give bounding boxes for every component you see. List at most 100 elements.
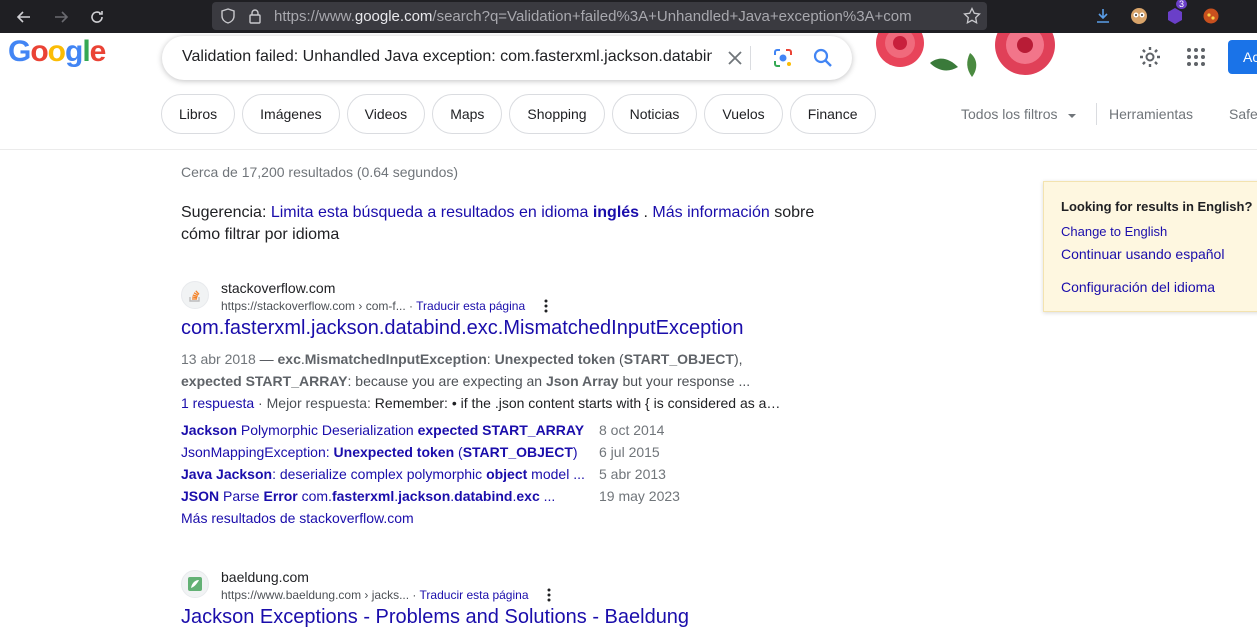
related-question-fragment: Error xyxy=(263,488,298,504)
snip-bold-2: MismatchedInputException xyxy=(304,351,487,367)
all-filters-button[interactable]: Todos los filtros xyxy=(961,106,1077,122)
lock-icon[interactable] xyxy=(248,8,262,29)
result-site-name[interactable]: baeldung.com xyxy=(221,569,309,585)
related-question-fragment: exc xyxy=(516,488,540,504)
restrict-language-text: Limita esta búsqueda a resultados en idi… xyxy=(270,204,589,221)
chip-noticias[interactable]: Noticias xyxy=(611,94,698,134)
related-question-row: Jackson Polymorphic Deserialization expe… xyxy=(181,419,664,441)
result-url-text: https://stackoverflow.com › com-f... xyxy=(221,299,406,313)
related-question-date: 5 abr 2013 xyxy=(599,466,666,482)
chip-shopping[interactable]: Shopping xyxy=(509,94,605,134)
stackoverflow-favicon-icon[interactable] xyxy=(181,281,209,309)
search-input[interactable]: Validation failed: Unhandled Java except… xyxy=(182,48,712,66)
doodle-flowers-decoration xyxy=(876,33,1055,77)
result-stats: Cerca de 17,200 resultados (0.64 segundo… xyxy=(181,164,459,180)
google-apps-icon[interactable] xyxy=(1184,45,1208,69)
sign-in-button[interactable]: Ac xyxy=(1228,40,1257,74)
related-question-fragment: JSON xyxy=(181,488,220,504)
extension-badge: 3 xyxy=(1176,0,1188,9)
all-filters-label: Todos los filtros xyxy=(961,106,1058,122)
language-suggestion: Sugerencia: Limita esta búsqueda a resul… xyxy=(181,204,815,243)
related-question-row: Java Jackson: deserialize complex polymo… xyxy=(181,463,666,485)
related-question-date: 19 may 2023 xyxy=(599,488,680,504)
safesearch-button[interactable]: Safe xyxy=(1229,106,1257,122)
result-url[interactable]: https://www.baeldung.com › jacks... · Tr… xyxy=(221,588,529,602)
result-snippet-line-1: 13 abr 2018 — exc.MismatchedInputExcepti… xyxy=(181,351,743,367)
clear-icon[interactable] xyxy=(723,46,747,70)
related-question-fragment: com. xyxy=(297,488,332,504)
continue-spanish-link[interactable]: Continuar usando español xyxy=(1061,246,1224,262)
more-info-link[interactable]: Más información xyxy=(652,204,769,221)
chip-imagenes[interactable]: Imágenes xyxy=(242,94,340,134)
related-question-fragment: Parse xyxy=(219,488,264,504)
chip-maps[interactable]: Maps xyxy=(432,94,503,134)
language-settings-link[interactable]: Configuración del idioma xyxy=(1061,279,1215,295)
related-question-fragment: ... xyxy=(539,488,556,504)
related-question-link[interactable]: Jackson Polymorphic Deserialization expe… xyxy=(181,419,599,441)
restrict-language-link[interactable]: Limita esta búsqueda a resultados en idi… xyxy=(271,204,639,221)
chip-libros[interactable]: Libros xyxy=(161,94,236,134)
more-options-icon[interactable] xyxy=(541,587,557,603)
search-icon[interactable] xyxy=(811,46,835,70)
related-question-fragment: ( xyxy=(454,444,463,460)
best-answer-label: Mejor respuesta: xyxy=(266,395,371,411)
tools-button[interactable]: Herramientas xyxy=(1109,106,1193,122)
language-panel: Looking for results in English? Change t… xyxy=(1043,181,1257,312)
result-site-name[interactable]: stackoverflow.com xyxy=(221,280,335,296)
settings-gear-icon[interactable] xyxy=(1138,45,1162,69)
forward-icon[interactable] xyxy=(48,4,74,30)
snip-text-6: : because you are expecting an xyxy=(347,373,546,389)
chip-videos[interactable]: Videos xyxy=(346,94,426,134)
related-question-fragment: Java Jackson xyxy=(181,466,273,482)
related-question-fragment: : deserialize complex polymorphic xyxy=(272,466,487,482)
result-title-link[interactable]: Jackson Exceptions - Problems and Soluti… xyxy=(181,606,689,629)
more-options-icon[interactable] xyxy=(538,298,554,314)
extension-owl-icon[interactable] xyxy=(1128,5,1150,27)
related-question-fragment: Unexpected token xyxy=(333,444,455,460)
result-url[interactable]: https://stackoverflow.com › com-f... · T… xyxy=(221,299,525,313)
related-question-fragment: expected START_ARRAY xyxy=(417,422,585,438)
related-question-fragment: fasterxml xyxy=(331,488,395,504)
url-text: https://www.google.com/search?q=Validati… xyxy=(274,8,912,25)
result-title-link[interactable]: com.fasterxml.jackson.databind.exc.Misma… xyxy=(181,317,744,340)
related-question-date: 6 jul 2015 xyxy=(599,444,660,460)
search-header: Google Validation failed: Unhandled Java… xyxy=(0,33,1257,150)
translate-page-link[interactable]: Traducir esta página xyxy=(420,588,529,602)
translate-page-link[interactable]: Traducir esta página xyxy=(416,299,525,313)
snip-bold-4: START_OBJECT xyxy=(623,351,734,367)
snip-bold-1: exc xyxy=(277,351,301,367)
related-question-link[interactable]: Java Jackson: deserialize complex polymo… xyxy=(181,463,599,485)
result-date: 13 abr 2018 xyxy=(181,351,256,367)
downloads-icon[interactable] xyxy=(1092,5,1114,27)
address-bar[interactable]: https://www.google.com/search?q=Validati… xyxy=(212,2,987,30)
related-question-link[interactable]: JSON Parse Error com.fasterxml.jackson.d… xyxy=(181,485,599,507)
search-filter-chips: Libros Imágenes Videos Maps Shopping Not… xyxy=(161,94,876,134)
related-question-fragment: jackson xyxy=(398,488,451,504)
caret-down-icon xyxy=(1068,114,1077,118)
snip-text-8: but your response ... xyxy=(618,373,751,389)
answers-count-link[interactable]: 1 respuesta xyxy=(181,395,254,411)
extension-cube-icon[interactable]: 3 xyxy=(1164,0,1188,27)
result-url-text: https://www.baeldung.com › jacks... xyxy=(221,588,410,602)
related-question-link[interactable]: JsonMappingException: Unexpected token (… xyxy=(181,441,599,463)
tools-divider xyxy=(1096,103,1097,125)
related-question-fragment: model ... xyxy=(527,466,585,482)
chip-finance[interactable]: Finance xyxy=(789,94,876,134)
google-doodle-logo[interactable]: Google xyxy=(8,35,106,75)
chip-vuelos[interactable]: Vuelos xyxy=(704,94,783,134)
suggestion-prefix: Sugerencia: xyxy=(181,204,267,221)
related-question-fragment: object xyxy=(486,466,528,482)
result-snippet-line-2: expected START_ARRAY: because you are ex… xyxy=(181,370,750,392)
back-icon[interactable] xyxy=(11,4,37,30)
extension-bug-icon[interactable] xyxy=(1200,5,1222,27)
bookmark-star-icon[interactable] xyxy=(963,6,981,30)
related-question-row: JSON Parse Error com.fasterxml.jackson.d… xyxy=(181,485,680,507)
lens-camera-icon[interactable] xyxy=(771,46,795,70)
reload-icon[interactable] xyxy=(84,4,110,30)
shield-icon[interactable] xyxy=(221,8,235,29)
search-box[interactable]: Validation failed: Unhandled Java except… xyxy=(162,36,852,80)
related-question-row: JsonMappingException: Unexpected token (… xyxy=(181,441,660,463)
baeldung-favicon-icon[interactable] xyxy=(181,570,209,598)
change-to-english-link[interactable]: Change to English xyxy=(1061,224,1167,239)
more-results-link[interactable]: Más resultados de stackoverflow.com xyxy=(181,507,414,529)
